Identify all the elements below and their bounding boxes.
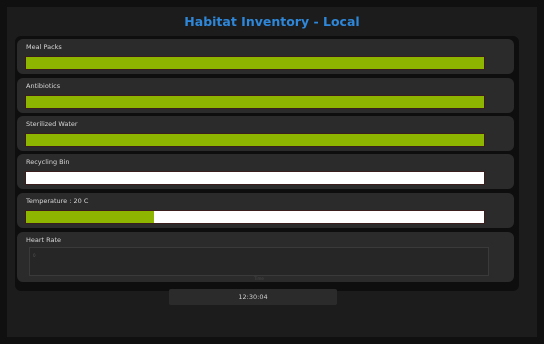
heart-rate-label: Heart Rate <box>26 236 62 244</box>
sterilized-water-bar <box>25 133 485 147</box>
antibiotics-card: Antibiotics <box>17 78 514 113</box>
app-window: Habitat Inventory - Local Meal Packs Ant… <box>7 7 537 337</box>
temperature-bar <box>25 210 485 224</box>
inventory-panel: Meal Packs Antibiotics Sterilized Water … <box>15 36 519 291</box>
sterilized-water-card: Sterilized Water <box>17 116 514 151</box>
temperature-bar-fill <box>26 211 155 223</box>
heart-rate-x-axis-label: Time <box>254 276 264 281</box>
heart-rate-chart: 0 Time <box>29 247 489 281</box>
heart-rate-card: Heart Rate 0 Time <box>17 232 514 282</box>
page-title: Habitat Inventory - Local <box>184 14 360 29</box>
meal-packs-bar-fill <box>26 57 484 69</box>
antibiotics-bar <box>25 95 485 109</box>
antibiotics-bar-fill <box>26 96 484 108</box>
antibiotics-label: Antibiotics <box>26 82 61 90</box>
temperature-label: Temperature : 20 C <box>26 197 89 205</box>
recycling-bin-bar <box>25 171 485 185</box>
temperature-card: Temperature : 20 C <box>17 193 514 228</box>
clock-display: 12:30:04 <box>169 289 337 305</box>
sterilized-water-bar-fill <box>26 134 484 146</box>
recycling-bin-label: Recycling Bin <box>26 158 70 166</box>
recycling-bin-card: Recycling Bin <box>17 154 514 189</box>
meal-packs-label: Meal Packs <box>26 43 62 51</box>
heart-rate-y-tick: 0 <box>33 253 36 258</box>
meal-packs-card: Meal Packs <box>17 39 514 74</box>
sterilized-water-label: Sterilized Water <box>26 120 78 128</box>
meal-packs-bar <box>25 56 485 70</box>
